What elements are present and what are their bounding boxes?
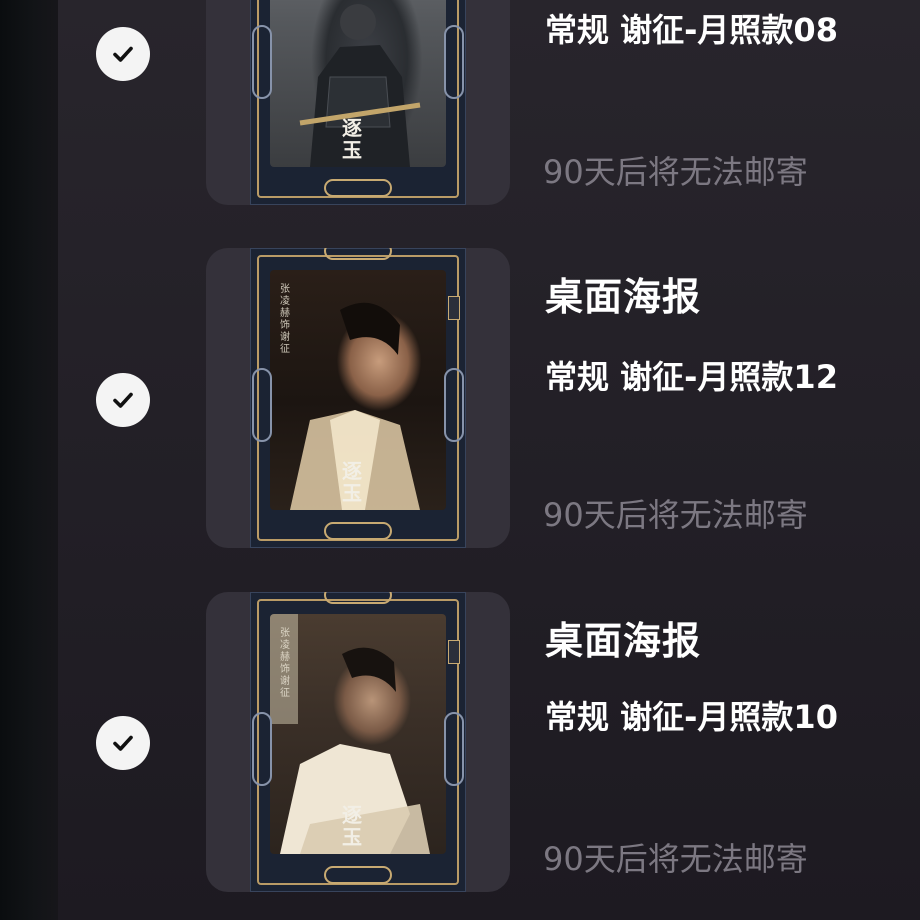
order-item-list: 逐玉 常规 谢征-月照款08 90天后将无法邮寄 张凌赫 饰 谢征 逐玉 桌面海…	[58, 0, 920, 920]
thumbnail-box[interactable]: 逐玉	[206, 0, 510, 205]
poster-calligraphy: 逐玉	[342, 116, 362, 162]
list-item[interactable]: 逐玉 常规 谢征-月照款08 90天后将无法邮寄	[58, 0, 920, 215]
selection-check[interactable]	[96, 373, 150, 427]
list-item[interactable]: 张凌赫 饰 谢征 逐玉 桌面海报 常规 谢征-月照款12 90天后将无法邮寄	[58, 248, 920, 558]
shipping-note: 90天后将无法邮寄	[543, 496, 808, 534]
poster-cast-credit: 张凌赫 饰 谢征	[280, 284, 290, 355]
poster-image: 张凌赫 饰 谢征 逐玉	[250, 592, 466, 892]
check-icon	[113, 735, 133, 751]
item-variant: 常规 谢征-月照款12	[545, 358, 838, 396]
left-edge	[0, 0, 58, 920]
selection-check[interactable]	[96, 716, 150, 770]
item-variant: 常规 谢征-月照款08	[545, 11, 838, 49]
poster-calligraphy: 逐玉	[342, 459, 362, 505]
poster-calligraphy: 逐玉	[342, 803, 362, 849]
selection-check[interactable]	[96, 27, 150, 81]
poster-cast-credit: 张凌赫 饰 谢征	[280, 628, 290, 699]
thumbnail-box[interactable]: 张凌赫 饰 谢征 逐玉	[206, 592, 510, 892]
poster-image: 张凌赫 饰 谢征 逐玉	[250, 248, 466, 548]
shipping-note: 90天后将无法邮寄	[543, 153, 808, 191]
item-variant: 常规 谢征-月照款10	[545, 698, 838, 736]
shipping-note: 90天后将无法邮寄	[543, 840, 808, 878]
list-item[interactable]: 张凌赫 饰 谢征 逐玉 桌面海报 常规 谢征-月照款10 90天后将无法邮寄	[58, 592, 920, 902]
item-title: 桌面海报	[545, 275, 702, 319]
item-title: 桌面海报	[545, 619, 702, 663]
check-icon	[113, 46, 133, 62]
check-icon	[113, 392, 133, 408]
poster-image: 逐玉	[250, 0, 466, 205]
thumbnail-box[interactable]: 张凌赫 饰 谢征 逐玉	[206, 248, 510, 548]
